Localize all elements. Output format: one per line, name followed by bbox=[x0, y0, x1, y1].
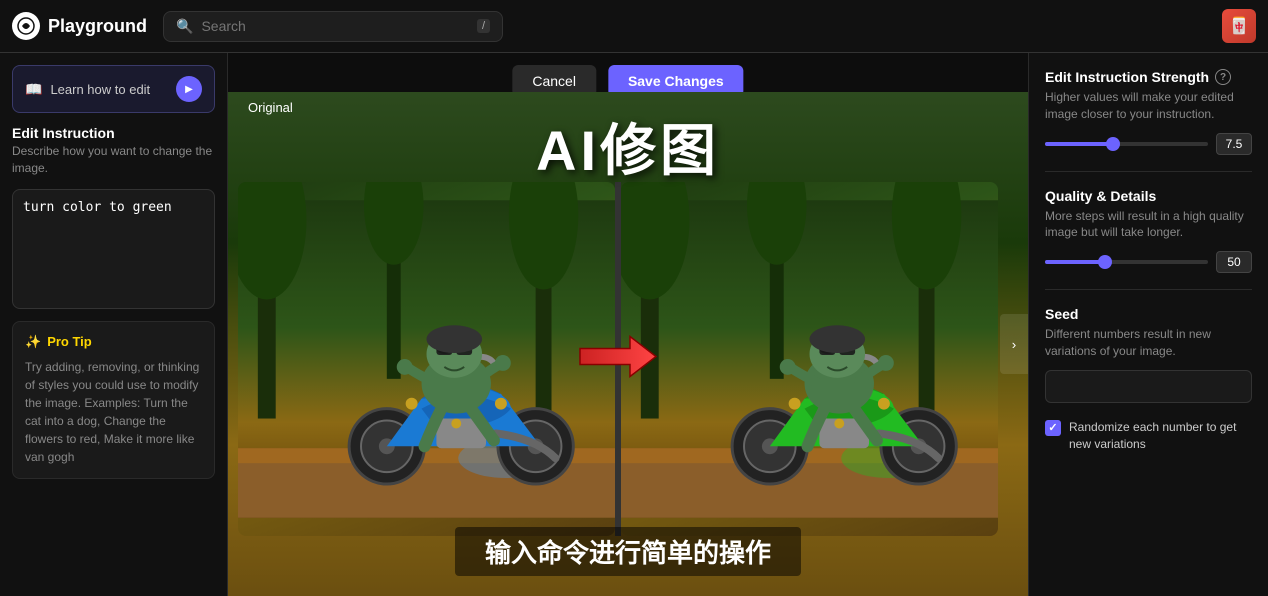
play-icon[interactable]: ▶ bbox=[176, 76, 202, 102]
pro-tip-title: ✨ Pro Tip bbox=[25, 334, 202, 350]
left-sidebar: 📖 Learn how to edit ▶ Edit Instruction D… bbox=[0, 53, 228, 596]
main-layout: 📖 Learn how to edit ▶ Edit Instruction D… bbox=[0, 53, 1268, 596]
quality-slider-track[interactable] bbox=[1045, 260, 1208, 264]
frog-blue-bike-svg bbox=[238, 182, 615, 536]
strength-slider-value: 7.5 bbox=[1216, 133, 1252, 155]
quality-desc: More steps will result in a high quality… bbox=[1045, 208, 1252, 242]
strength-slider-track[interactable] bbox=[1045, 142, 1208, 146]
randomize-checkbox[interactable]: ✓ bbox=[1045, 420, 1061, 436]
edit-instruction-section: Edit Instruction Describe how you want t… bbox=[12, 125, 215, 177]
center-panel: Original Cancel Save Changes AI修图 Origin… bbox=[228, 53, 1028, 596]
logo-text: Playground bbox=[48, 16, 147, 37]
header: Playground 🔍 / 🀄 bbox=[0, 0, 1268, 53]
avatar[interactable]: 🀄 bbox=[1222, 9, 1256, 43]
search-input[interactable] bbox=[201, 18, 469, 34]
image-header: Original Cancel Save Changes bbox=[228, 53, 1028, 92]
frog-left-panel bbox=[238, 182, 615, 536]
edit-instruction-desc: Describe how you want to change the imag… bbox=[12, 143, 215, 177]
kbd-shortcut: / bbox=[477, 19, 490, 33]
learn-btn-label-group: 📖 Learn how to edit bbox=[25, 81, 150, 98]
next-button[interactable]: › bbox=[1000, 314, 1028, 374]
seed-desc: Different numbers result in new variatio… bbox=[1045, 326, 1252, 360]
seed-title: Seed bbox=[1045, 306, 1252, 322]
quality-section: Quality & Details More steps will result… bbox=[1045, 188, 1252, 274]
chinese-subtitle: 输入命令进行简单的操作 bbox=[455, 527, 801, 576]
strength-section: Edit Instruction Strength ? Higher value… bbox=[1045, 69, 1252, 155]
strength-slider-thumb[interactable] bbox=[1106, 137, 1120, 151]
book-icon: 📖 bbox=[25, 81, 42, 98]
strength-title: Edit Instruction Strength ? bbox=[1045, 69, 1252, 85]
seed-section: Seed Different numbers result in new var… bbox=[1045, 306, 1252, 403]
quality-slider-fill bbox=[1045, 260, 1110, 264]
strength-desc: Higher values will make your edited imag… bbox=[1045, 89, 1252, 123]
pro-tip-box: ✨ Pro Tip Try adding, removing, or think… bbox=[12, 321, 215, 479]
edit-instruction-textarea[interactable]: turn color to green bbox=[12, 189, 215, 309]
randomize-label: Randomize each number to get new variati… bbox=[1069, 419, 1252, 453]
right-sidebar: Edit Instruction Strength ? Higher value… bbox=[1028, 53, 1268, 596]
frog-panels bbox=[238, 182, 998, 536]
quality-slider-value: 50 bbox=[1216, 251, 1252, 273]
learn-label: Learn how to edit bbox=[50, 82, 150, 97]
image-container: AI修图 Original bbox=[228, 92, 1028, 596]
arrow-svg bbox=[578, 327, 658, 387]
divider-2 bbox=[1045, 289, 1252, 290]
seed-input[interactable] bbox=[1045, 370, 1252, 403]
frog-green-bike-svg bbox=[621, 182, 998, 536]
quality-slider-row: 50 bbox=[1045, 251, 1252, 273]
search-icon: 🔍 bbox=[176, 18, 193, 35]
logo-area[interactable]: Playground bbox=[12, 12, 147, 40]
logo-icon bbox=[12, 12, 40, 40]
original-label: Original bbox=[248, 100, 293, 115]
divider-1 bbox=[1045, 171, 1252, 172]
strength-slider-row: 7.5 bbox=[1045, 133, 1252, 155]
randomize-row: ✓ Randomize each number to get new varia… bbox=[1045, 419, 1252, 453]
quality-slider-thumb[interactable] bbox=[1098, 255, 1112, 269]
edit-instruction-title: Edit Instruction bbox=[12, 125, 215, 141]
frog-right-panel bbox=[621, 182, 998, 536]
header-right: 🀄 bbox=[1222, 9, 1256, 43]
chinese-title: AI修图 bbox=[536, 106, 720, 187]
learn-how-to-edit-button[interactable]: 📖 Learn how to edit ▶ bbox=[12, 65, 215, 113]
strength-slider-fill bbox=[1045, 142, 1118, 146]
star-icon: ✨ bbox=[25, 334, 41, 350]
pro-tip-text: Try adding, removing, or thinking of sty… bbox=[25, 358, 202, 466]
search-bar[interactable]: 🔍 / bbox=[163, 11, 503, 42]
frog-scene: AI修图 Original bbox=[228, 92, 1028, 596]
strength-info-icon[interactable]: ? bbox=[1215, 69, 1231, 85]
quality-title: Quality & Details bbox=[1045, 188, 1252, 204]
